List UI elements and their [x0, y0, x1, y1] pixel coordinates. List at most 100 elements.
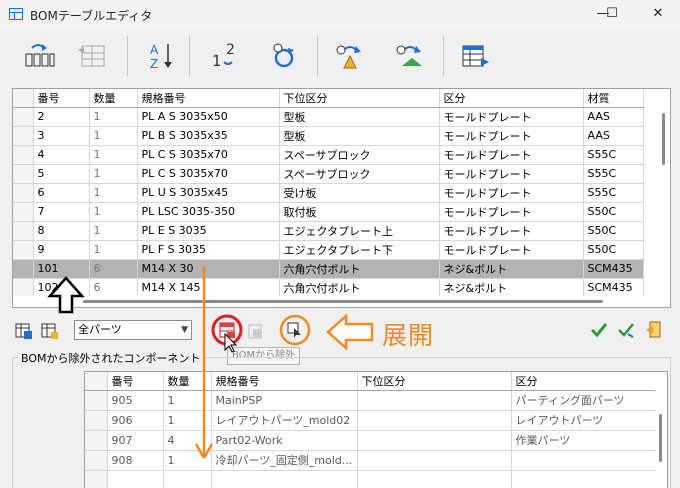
excluded-cell-qty[interactable]: [163, 470, 212, 488]
excluded-cell-sub[interactable]: [357, 390, 512, 411]
column-header-subcategory[interactable]: 下位区分: [279, 89, 440, 108]
table-cell-mat[interactable]: AAS: [583, 107, 644, 127]
table-cell-mat[interactable]: S55C: [583, 164, 644, 184]
table-cell-no[interactable]: 101: [33, 259, 90, 279]
table-cell-qty[interactable]: 1: [89, 202, 138, 222]
table-row[interactable]: 7 1 PL LSC 3035-350 取付板 モールドプレート S50C: [13, 202, 644, 222]
excluded-cell-cat[interactable]: パーティング面パーツ: [511, 390, 658, 411]
table-cell-no[interactable]: 5: [33, 164, 90, 184]
table-cell-spec[interactable]: PL LSC 3035-350: [137, 202, 280, 222]
row-selector[interactable]: [85, 390, 108, 411]
expand-selection-icon[interactable]: [286, 320, 306, 340]
table-row[interactable]: 3 1 PL B S 3035x35 型板 モールドプレート AAS: [13, 126, 644, 146]
table-cell-no[interactable]: 9: [33, 240, 90, 260]
excluded-header-spec[interactable]: 規格番号: [211, 372, 358, 391]
table-cell-sub[interactable]: 受け板: [279, 183, 440, 203]
table-cell-sub[interactable]: 型板: [279, 107, 440, 127]
table-row[interactable]: 101 6 M14 X 30 六角穴付ボルト ネジ&ボルト SCM435: [13, 259, 644, 279]
maximize-button[interactable]: ☐: [600, 4, 624, 24]
column-header-category[interactable]: 区分: [439, 89, 584, 108]
close-button[interactable]: ✕: [646, 4, 670, 24]
excluded-cell-sub[interactable]: [357, 470, 512, 488]
excluded-row[interactable]: 906 1 レイアウトパーツ_mold02 レイアウトパーツ: [85, 410, 658, 431]
apply-check-icon[interactable]: [616, 320, 636, 340]
sort-az-icon[interactable]: AZ: [140, 38, 180, 74]
table-row[interactable]: 4 1 PL C S 3035x70 スペーサブロック モールドプレート S55C: [13, 145, 644, 165]
column-header-quantity[interactable]: 数量: [89, 89, 138, 108]
row-selector[interactable]: [85, 450, 108, 471]
excluded-vertical-scrollbar[interactable]: [655, 372, 667, 488]
column-header-spec[interactable]: 規格番号: [137, 89, 280, 108]
table-cell-spec[interactable]: PL C S 3035x70: [137, 145, 280, 165]
table-cell-spec[interactable]: PL B S 3035x35: [137, 126, 280, 146]
table-cell-cat[interactable]: モールドプレート: [439, 126, 584, 146]
table-cell-sub[interactable]: 取付板: [279, 202, 440, 222]
row-selector[interactable]: [13, 164, 34, 184]
table-cell-qty[interactable]: 1: [89, 221, 138, 241]
table-view-icon[interactable]: [40, 321, 60, 341]
table-cell-mat[interactable]: SCM435: [583, 259, 644, 279]
table-cell-no[interactable]: 4: [33, 145, 90, 165]
table-cell-spec[interactable]: PL C S 3035x70: [137, 164, 280, 184]
table-cell-no[interactable]: 102: [33, 278, 90, 298]
table-cell-qty[interactable]: 6: [89, 259, 138, 279]
excluded-cell-no[interactable]: 908: [107, 450, 164, 471]
table-cell-cat[interactable]: モールドプレート: [439, 145, 584, 165]
table-cell-spec[interactable]: PL U S 3035x45: [137, 183, 280, 203]
table-cell-cat[interactable]: モールドプレート: [439, 240, 584, 260]
row-selector[interactable]: [13, 259, 34, 279]
table-cell-mat[interactable]: S55C: [583, 183, 644, 203]
table-cell-no[interactable]: 6: [33, 183, 90, 203]
row-selector[interactable]: [13, 183, 34, 203]
table-cell-qty[interactable]: 1: [89, 107, 138, 127]
table-cell-sub[interactable]: スペーサブロック: [279, 164, 440, 184]
vertical-scrollbar[interactable]: [658, 89, 670, 289]
excluded-cell-qty[interactable]: 1: [163, 450, 212, 471]
excluded-cell-spec[interactable]: レイアウトパーツ_mold02: [211, 410, 358, 431]
excluded-cell-no[interactable]: [107, 470, 164, 488]
excluded-cell-qty[interactable]: 4: [163, 430, 212, 451]
table-cell-qty[interactable]: 1: [89, 145, 138, 165]
table-cell-sub[interactable]: 六角穴付ボルト: [279, 278, 440, 298]
check-icon[interactable]: [589, 320, 609, 340]
excluded-header-number[interactable]: 番号: [107, 372, 164, 391]
excluded-cell-no[interactable]: 905: [107, 390, 164, 411]
table-cell-spec[interactable]: M14 X 30: [137, 259, 280, 279]
table-cell-spec[interactable]: PL F S 3035: [137, 240, 280, 260]
table-cell-spec[interactable]: PL E S 3035: [137, 221, 280, 241]
table-row[interactable]: 2 1 PL A S 3035x50 型板 モールドプレート AAS: [13, 107, 644, 127]
exclude-from-bom-icon[interactable]: [218, 320, 238, 340]
include-in-bom-icon[interactable]: [247, 322, 267, 342]
table-cell-cat[interactable]: モールドプレート: [439, 221, 584, 241]
replace-part-a-icon[interactable]: [330, 38, 370, 74]
horizontal-scrollbar[interactable]: [13, 296, 670, 307]
table-row[interactable]: 102 6 M14 X 145 六角穴付ボルト ネジ&ボルト SCM435: [13, 278, 644, 298]
table-cell-mat[interactable]: S50C: [583, 202, 644, 222]
excluded-cell-spec[interactable]: [211, 470, 358, 488]
table-row[interactable]: 6 1 PL U S 3035x45 受け板 モールドプレート S55C: [13, 183, 644, 203]
table-cell-mat[interactable]: AAS: [583, 126, 644, 146]
table-cell-no[interactable]: 7: [33, 202, 90, 222]
row-selector[interactable]: [13, 145, 34, 165]
table-cell-cat[interactable]: ネジ&ボルト: [439, 278, 584, 298]
table-row[interactable]: 5 1 PL C S 3035x70 スペーサブロック モールドプレート S55C: [13, 164, 644, 184]
refresh-numbers-icon[interactable]: [264, 38, 304, 74]
table-cell-cat[interactable]: モールドプレート: [439, 107, 584, 127]
excluded-cell-qty[interactable]: 1: [163, 410, 212, 431]
excluded-header-quantity[interactable]: 数量: [163, 372, 212, 391]
table-cell-spec[interactable]: PL A S 3035x50: [137, 107, 280, 127]
table-cell-sub[interactable]: スペーサブロック: [279, 145, 440, 165]
replace-part-b-icon[interactable]: [390, 38, 430, 74]
table-cell-cat[interactable]: モールドプレート: [439, 202, 584, 222]
excluded-cell-spec[interactable]: MainPSP: [211, 390, 358, 411]
table-cell-sub[interactable]: エジェクタプレート上: [279, 221, 440, 241]
renumber-icon[interactable]: 12: [204, 38, 244, 74]
excluded-cell-cat[interactable]: [511, 450, 658, 471]
table-cell-qty[interactable]: 1: [89, 164, 138, 184]
excluded-row[interactable]: 905 1 MainPSP パーティング面パーツ: [85, 390, 658, 411]
table-cell-spec[interactable]: M14 X 145: [137, 278, 280, 298]
excluded-row[interactable]: [85, 470, 658, 488]
table-cell-no[interactable]: 3: [33, 126, 90, 146]
table-cell-sub[interactable]: エジェクタプレート下: [279, 240, 440, 260]
table-cell-mat[interactable]: S50C: [583, 240, 644, 260]
